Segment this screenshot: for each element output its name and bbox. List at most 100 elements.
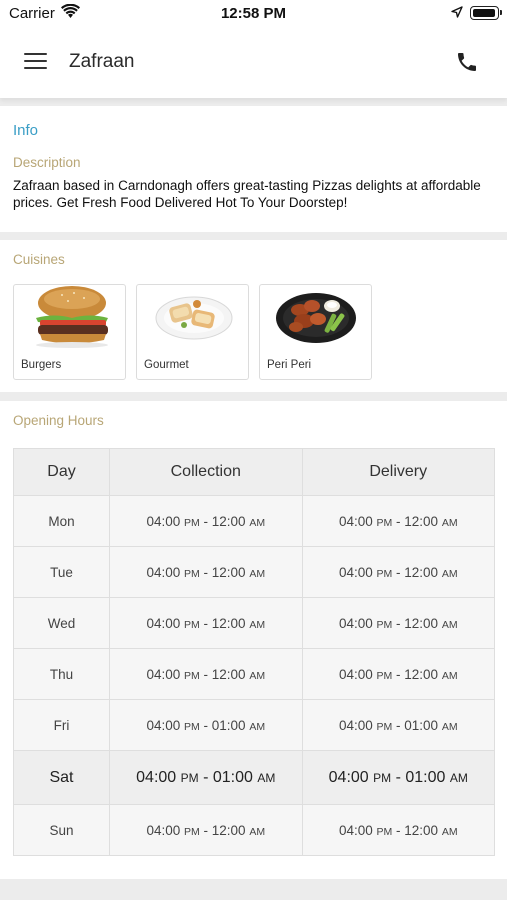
day-cell: Tue (13, 546, 110, 598)
time-value: 01:00 (405, 768, 446, 786)
ampm-label: PM (184, 567, 200, 580)
ampm-label: AM (441, 516, 458, 529)
ampm-label: AM (249, 669, 266, 682)
cuisine-card-peri-peri[interactable]: Peri Peri (259, 284, 372, 380)
ampm-label: PM (376, 567, 393, 580)
gourmet-plate-image (155, 296, 233, 340)
wifi-icon (61, 4, 80, 18)
table-row: Sat 04:00 PM - 01:00 AM 04:00 PM - 01:00 A… (13, 750, 495, 805)
ampm-label: PM (184, 720, 200, 733)
ampm-label: AM (441, 669, 458, 682)
time-value: 04:00 (338, 615, 373, 631)
day-cell: Thu (13, 648, 110, 700)
collection-hours-cell: 04:00 PM - 12:00 AM (109, 495, 303, 547)
info-section: Info Description Zafraan based in Carndo… (0, 106, 507, 232)
cuisine-card-gourmet[interactable]: Gourmet (136, 284, 249, 380)
delivery-hours-cell: 04:00 PM - 01:00 AM (301, 750, 495, 805)
cuisine-name: Gourmet (144, 359, 189, 371)
time-value: 04:00 (146, 564, 181, 580)
location-arrow-icon (451, 6, 463, 18)
delivery-hours-cell: 04:00 PM - 12:00 AM (301, 495, 495, 547)
collection-hours-cell: 04:00 PM - 12:00 AM (109, 648, 303, 700)
column-header-delivery: Delivery (301, 448, 495, 496)
battery-icon (470, 6, 502, 20)
delivery-hours-cell: 04:00 PM - 12:00 AM (301, 648, 495, 700)
status-bar: Carrier 12:58 PM (0, 0, 507, 28)
ampm-label: AM (441, 618, 458, 631)
table-row: Mon 04:00 PM - 12:00 AM 04:00 PM - 12:00 A… (13, 495, 495, 547)
burger-image (36, 286, 108, 348)
delivery-hours-cell: 04:00 PM - 12:00 AM (301, 597, 495, 649)
cuisine-list: Burgers Gourmet Peri Peri (13, 284, 372, 380)
ampm-label: AM (249, 567, 266, 580)
phone-icon[interactable] (455, 50, 479, 74)
time-value: 04:00 (146, 717, 181, 733)
day-cell: Fri (13, 699, 110, 751)
time-value: 12:00 (211, 564, 246, 580)
collection-hours-cell: 04:00 PM - 12:00 AM (109, 546, 303, 598)
ampm-label: PM (376, 825, 393, 838)
ampm-label: PM (373, 770, 392, 785)
description-label: Description (13, 155, 81, 170)
nav-bar: Zafraan (0, 28, 507, 98)
ampm-label: AM (257, 770, 276, 785)
opening-hours-table: Day Collection Delivery Mon 04:00 PM - 12… (13, 448, 495, 856)
delivery-hours-cell: 04:00 PM - 12:00 AM (301, 546, 495, 598)
cuisine-card-burgers[interactable]: Burgers (13, 284, 126, 380)
cuisines-label: Cuisines (13, 252, 65, 267)
time-value: 04:00 (338, 564, 373, 580)
time-value: 04:00 (338, 666, 373, 682)
time-value: 12:00 (404, 822, 439, 838)
column-header-collection: Collection (109, 448, 303, 496)
description-text: Zafraan based in Carndonagh offers great… (13, 178, 481, 210)
ampm-label: PM (184, 516, 200, 529)
collection-hours-cell: 04:00 PM - 12:00 AM (109, 597, 303, 649)
day-cell: Mon (13, 495, 110, 547)
time-value: 12:00 (404, 513, 439, 529)
table-row: Thu 04:00 PM - 12:00 AM 04:00 PM - 12:00 A… (13, 648, 495, 700)
day-cell: Sat (13, 750, 110, 805)
delivery-hours-cell: 04:00 PM - 01:00 AM (301, 699, 495, 751)
ampm-label: PM (184, 618, 200, 631)
time-value: 04:00 (146, 666, 181, 682)
day-cell: Wed (13, 597, 110, 649)
table-row: Sun 04:00 PM - 12:00 AM 04:00 PM - 12:00 A… (13, 804, 495, 856)
ampm-label: PM (184, 825, 200, 838)
ampm-label: PM (184, 669, 200, 682)
time-value: 04:00 (328, 768, 369, 786)
table-row: Tue 04:00 PM - 12:00 AM 04:00 PM - 12:00 A… (13, 546, 495, 598)
collection-hours-cell: 04:00 PM - 12:00 AM (109, 804, 303, 856)
ampm-label: AM (449, 770, 468, 785)
delivery-hours-cell: 04:00 PM - 12:00 AM (301, 804, 495, 856)
info-title: Info (13, 122, 39, 139)
opening-hours-label: Opening Hours (13, 413, 104, 428)
column-header-day: Day (13, 448, 110, 496)
ampm-label: PM (376, 669, 393, 682)
ampm-label: AM (249, 516, 266, 529)
ampm-label: AM (249, 720, 266, 733)
time-value: 01:00 (211, 717, 246, 733)
ampm-label: AM (441, 567, 458, 580)
page-title: Zafraan (69, 51, 135, 72)
time-value: 04:00 (146, 615, 181, 631)
ampm-label: PM (376, 618, 393, 631)
time-value: 12:00 (211, 615, 246, 631)
time-value: 04:00 (136, 768, 177, 786)
time-value: 12:00 (211, 666, 246, 682)
time-value: 01:00 (404, 717, 439, 733)
ampm-label: PM (180, 770, 199, 785)
ampm-label: AM (441, 825, 458, 838)
hamburger-menu-icon[interactable] (24, 52, 47, 71)
day-cell: Sun (13, 804, 110, 856)
time-value: 04:00 (338, 513, 373, 529)
time-value: 04:00 (338, 717, 373, 733)
opening-hours-section: Opening Hours Day Collection Delivery Mo… (0, 401, 507, 879)
time-value: 12:00 (404, 666, 439, 682)
ampm-label: AM (441, 720, 458, 733)
time-value: 01:00 (212, 768, 253, 786)
table-row: Fri 04:00 PM - 01:00 AM 04:00 PM - 01:00 A… (13, 699, 495, 751)
time-value: 12:00 (211, 513, 246, 529)
table-header-row: Day Collection Delivery (13, 448, 495, 496)
collection-hours-cell: 04:00 PM - 01:00 AM (109, 699, 303, 751)
carrier-label: Carrier (9, 5, 55, 22)
